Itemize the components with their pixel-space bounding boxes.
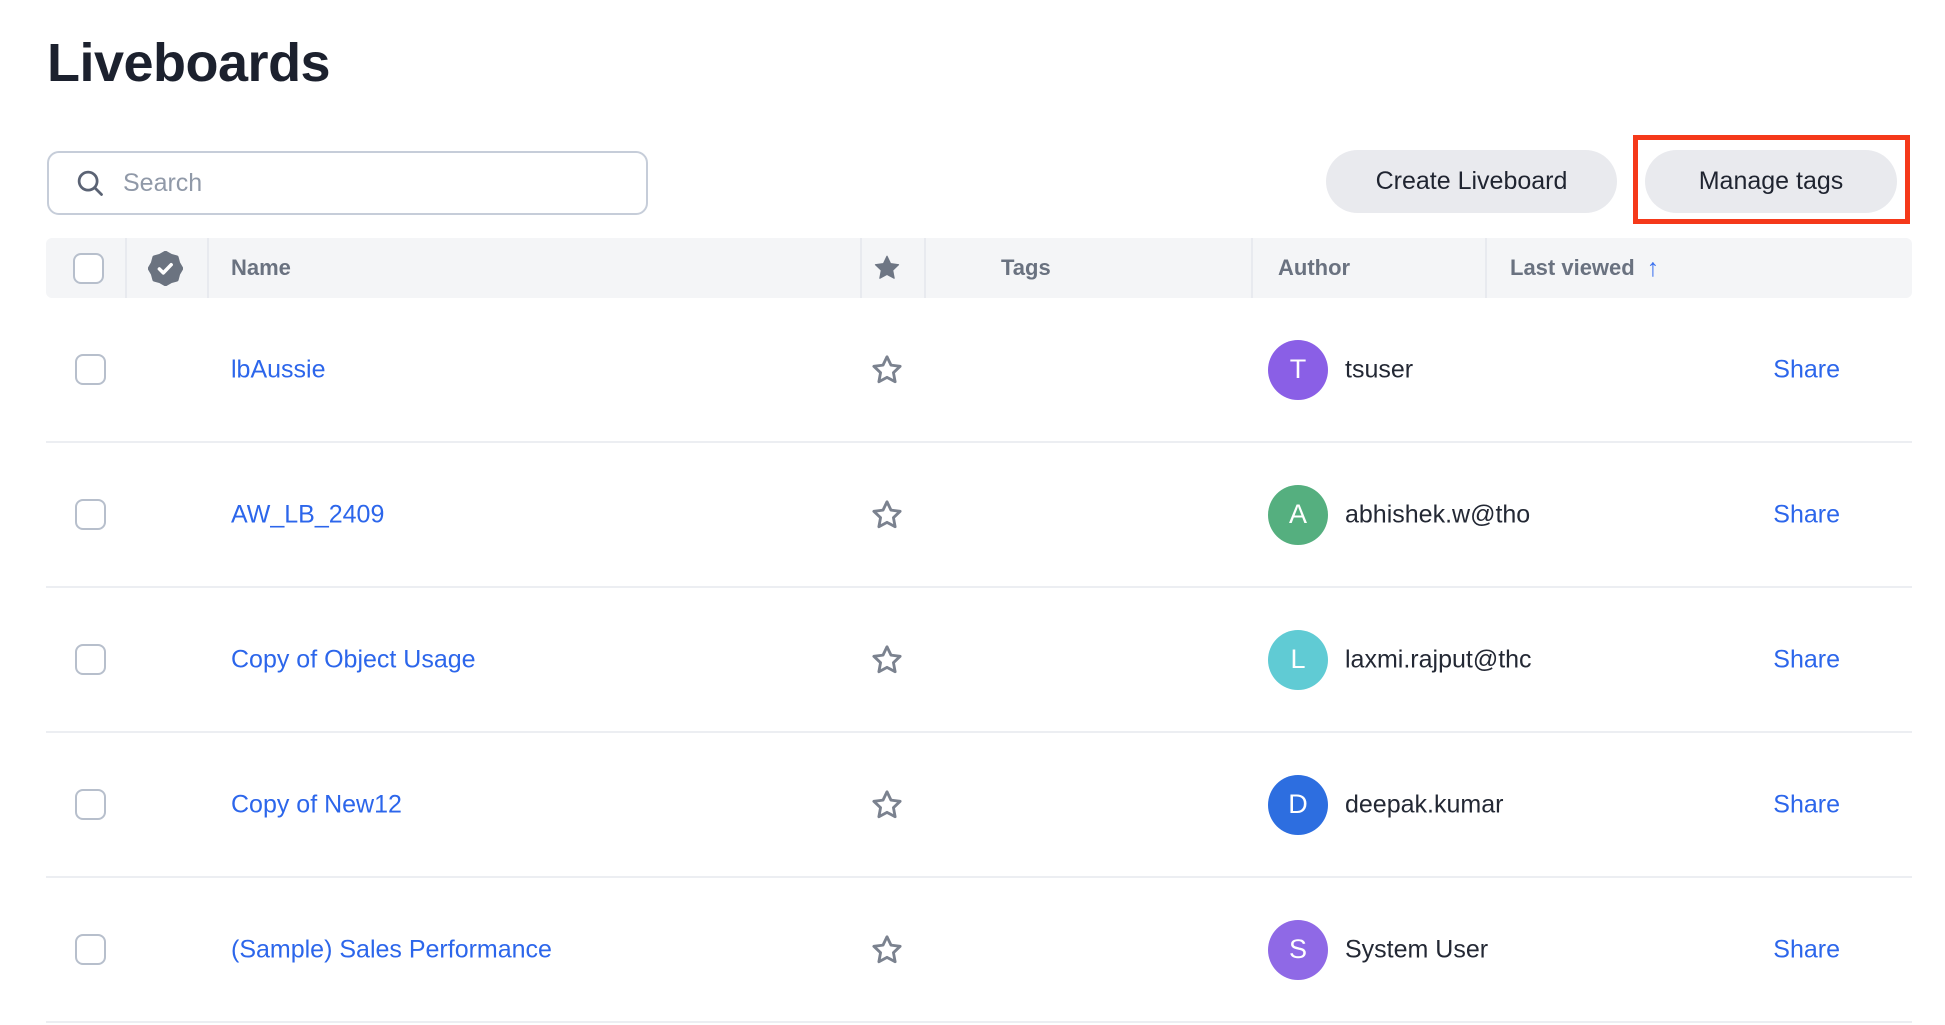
header-divider xyxy=(924,238,926,298)
column-header-author[interactable]: Author xyxy=(1278,238,1350,298)
manage-tags-button[interactable]: Manage tags xyxy=(1645,150,1897,213)
author-avatar: A xyxy=(1268,485,1328,545)
header-divider xyxy=(1485,238,1487,298)
column-header-last-viewed[interactable]: Last viewed ↑ xyxy=(1510,238,1659,298)
table-row: (Sample) Sales Performance S System User… xyxy=(46,878,1912,1023)
header-divider xyxy=(1251,238,1253,298)
liveboard-name-link[interactable]: Copy of Object Usage xyxy=(231,645,476,674)
author-avatar: T xyxy=(1268,340,1328,400)
header-divider xyxy=(125,238,127,298)
author-avatar: S xyxy=(1268,920,1328,980)
author-avatar: D xyxy=(1268,775,1328,835)
share-link[interactable]: Share xyxy=(1773,935,1840,964)
create-liveboard-button[interactable]: Create Liveboard xyxy=(1326,150,1617,213)
liveboard-name-link[interactable]: lbAussie xyxy=(231,355,326,384)
header-divider xyxy=(207,238,209,298)
table-row: Copy of Object Usage L laxmi.rajput@thc … xyxy=(46,588,1912,733)
favorite-star-button[interactable] xyxy=(866,929,908,971)
header-divider xyxy=(860,238,862,298)
column-header-name[interactable]: Name xyxy=(231,238,291,298)
select-all-checkbox[interactable] xyxy=(73,253,104,284)
favorite-star-button[interactable] xyxy=(866,639,908,681)
search-icon xyxy=(75,168,105,198)
search-input[interactable] xyxy=(123,169,626,198)
author-name: abhishek.w@tho xyxy=(1345,500,1530,529)
table-row: lbAussie T tsuser Share xyxy=(46,298,1912,443)
author-name: laxmi.rajput@thc xyxy=(1345,645,1532,674)
favorite-star-button[interactable] xyxy=(866,494,908,536)
row-checkbox[interactable] xyxy=(75,789,106,820)
verified-badge-icon xyxy=(148,251,183,286)
star-outline-icon xyxy=(869,787,905,823)
liveboard-name-link[interactable]: Copy of New12 xyxy=(231,790,402,819)
table-row: AW_LB_2409 A abhishek.w@tho Share xyxy=(46,443,1912,588)
liveboard-name-link[interactable]: (Sample) Sales Performance xyxy=(231,935,552,964)
author-avatar: L xyxy=(1268,630,1328,690)
author-name: deepak.kumar xyxy=(1345,790,1503,819)
share-link[interactable]: Share xyxy=(1773,790,1840,819)
liveboard-name-link[interactable]: AW_LB_2409 xyxy=(231,500,384,529)
favorite-column-star-icon xyxy=(872,253,902,283)
share-link[interactable]: Share xyxy=(1773,645,1840,674)
author-name: tsuser xyxy=(1345,355,1413,384)
column-header-last-viewed-label: Last viewed xyxy=(1510,255,1635,281)
star-outline-icon xyxy=(869,352,905,388)
star-outline-icon xyxy=(869,642,905,678)
row-checkbox[interactable] xyxy=(75,499,106,530)
share-link[interactable]: Share xyxy=(1773,500,1840,529)
star-outline-icon xyxy=(869,932,905,968)
table-row: Copy of New12 D deepak.kumar Share xyxy=(46,733,1912,878)
favorite-star-button[interactable] xyxy=(866,784,908,826)
sort-ascending-arrow-icon: ↑ xyxy=(1647,254,1660,283)
column-header-tags: Tags xyxy=(1001,238,1051,298)
row-checkbox[interactable] xyxy=(75,934,106,965)
row-checkbox[interactable] xyxy=(75,354,106,385)
table-header-row: Name Tags Author Last viewed ↑ xyxy=(46,238,1912,298)
author-name: System User xyxy=(1345,935,1488,964)
liveboards-table: Name Tags Author Last viewed ↑ lbAussie … xyxy=(46,238,1912,1023)
page-title: Liveboards xyxy=(47,32,330,94)
search-box[interactable] xyxy=(47,151,648,215)
favorite-star-button[interactable] xyxy=(866,349,908,391)
star-outline-icon xyxy=(869,497,905,533)
share-link[interactable]: Share xyxy=(1773,355,1840,384)
row-checkbox[interactable] xyxy=(75,644,106,675)
